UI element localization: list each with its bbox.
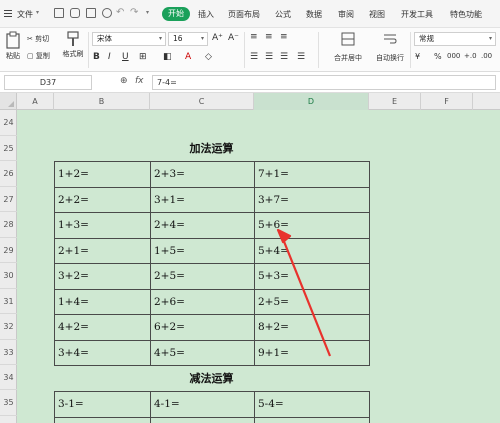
paste-button[interactable]: 粘贴 <box>2 31 24 61</box>
font-size-select[interactable]: 16 ▾ <box>168 32 208 46</box>
font-name-select[interactable]: 宋体 ▾ <box>92 32 166 46</box>
menu-bar: 文件 ▾ ↶ ↷ ▾ 开始 插入 页面布局 公式 数据 审阅 视图 开发工具 特… <box>0 0 500 28</box>
copy-button[interactable]: ▢ 复制 <box>27 51 50 61</box>
tab-page-layout[interactable]: 页面布局 <box>228 9 260 20</box>
clear-format-icon[interactable]: ◇ <box>205 52 212 62</box>
increase-font-icon[interactable]: A⁺ <box>212 33 223 43</box>
format-painter-icon <box>67 31 79 46</box>
percent-icon[interactable]: % <box>434 52 442 61</box>
tab-formulas[interactable]: 公式 <box>275 9 291 20</box>
font-color-icon[interactable]: A <box>185 52 191 62</box>
formula-input[interactable]: 7-4= <box>152 75 496 90</box>
font-name-value: 宋体 <box>97 34 112 43</box>
thousands-icon[interactable]: 000 <box>447 52 460 60</box>
spreadsheet-grid[interactable]: A B C D E F 24 25 26 27 28 29 30 31 32 3… <box>0 93 500 423</box>
border-icon[interactable]: ⊞ <box>139 52 147 62</box>
paste-label: 粘贴 <box>6 52 20 60</box>
fx-icon[interactable]: fx <box>135 76 144 86</box>
align-top-icon[interactable]: ≡ <box>250 32 258 42</box>
divider <box>88 32 89 68</box>
align-left-icon[interactable]: ☰ <box>250 52 258 62</box>
export-icon[interactable] <box>102 8 112 18</box>
save-icon[interactable] <box>54 8 64 18</box>
chevron-down-icon[interactable]: ▾ <box>36 9 39 16</box>
bold-icon[interactable]: B <box>93 52 100 62</box>
decrease-decimal-icon[interactable]: .00 <box>481 52 492 60</box>
italic-icon[interactable]: I <box>108 52 111 62</box>
copy-label: 复制 <box>35 52 50 60</box>
merge-center-button[interactable]: 合并居中 <box>328 32 368 63</box>
number-format-select[interactable]: 常规 ▾ <box>414 32 496 46</box>
align-right-icon[interactable]: ☰ <box>280 52 288 62</box>
wrap-text-icon <box>384 34 397 44</box>
align-middle-icon[interactable]: ≡ <box>265 32 273 42</box>
format-painter-label: 格式刷 <box>62 50 84 58</box>
tab-insert[interactable]: 插入 <box>198 9 214 20</box>
chevron-down-icon: ▾ <box>200 35 204 42</box>
wrap-text-label: 自动换行 <box>376 54 404 62</box>
tab-developer[interactable]: 开发工具 <box>401 9 433 20</box>
align-justify-icon[interactable]: ☰ <box>297 52 305 62</box>
annotation-arrow <box>276 228 332 357</box>
cut-label: 剪切 <box>35 35 50 43</box>
cut-button[interactable]: ✂ 剪切 <box>27 34 49 44</box>
divider <box>244 32 245 68</box>
undo-icon[interactable]: ↶ <box>116 7 124 18</box>
tab-review[interactable]: 审阅 <box>338 9 354 20</box>
quick-access-dropdown-icon[interactable]: ▾ <box>146 9 149 16</box>
align-center-icon[interactable]: ☰ <box>265 52 273 62</box>
tab-view[interactable]: 视图 <box>369 9 385 20</box>
divider <box>410 32 411 68</box>
format-painter-button[interactable]: 格式刷 <box>60 31 86 59</box>
chevron-down-icon: ▾ <box>488 35 492 42</box>
align-bottom-icon[interactable]: ≡ <box>280 32 288 42</box>
number-format-value: 常规 <box>419 34 434 43</box>
formula-bar: D37 ⊕ fx 7-4= <box>0 72 500 93</box>
redo-icon[interactable]: ↷ <box>130 7 138 18</box>
currency-icon[interactable]: ¥ <box>415 52 420 61</box>
underline-icon[interactable]: U <box>122 52 129 62</box>
name-box[interactable]: D37 <box>4 75 92 90</box>
increase-decimal-icon[interactable]: +.0 <box>464 52 477 60</box>
tab-home[interactable]: 开始 <box>162 7 190 21</box>
merge-center-icon <box>341 32 355 46</box>
print-preview-icon[interactable] <box>70 8 80 18</box>
file-menu[interactable]: 文件 <box>17 9 33 20</box>
print-icon[interactable] <box>86 8 96 18</box>
zoom-icon[interactable]: ⊕ <box>120 76 128 86</box>
wrap-text-button[interactable]: 自动换行 <box>372 32 408 63</box>
tab-data[interactable]: 数据 <box>306 9 322 20</box>
decrease-font-icon[interactable]: A⁻ <box>228 33 239 43</box>
paste-icon <box>6 31 20 49</box>
chevron-down-icon: ▾ <box>158 35 162 42</box>
divider <box>318 32 319 68</box>
merge-center-label: 合并居中 <box>334 54 362 62</box>
tab-special-features[interactable]: 特色功能 <box>450 9 482 20</box>
menu-icon[interactable] <box>4 10 12 17</box>
font-size-value: 16 <box>173 34 183 43</box>
fill-color-icon[interactable]: ◧ <box>163 52 172 62</box>
ribbon: 粘贴 ✂ 剪切 ▢ 复制 格式刷 宋体 ▾ 16 ▾ A⁺ A⁻ B I U ⊞… <box>0 28 500 72</box>
